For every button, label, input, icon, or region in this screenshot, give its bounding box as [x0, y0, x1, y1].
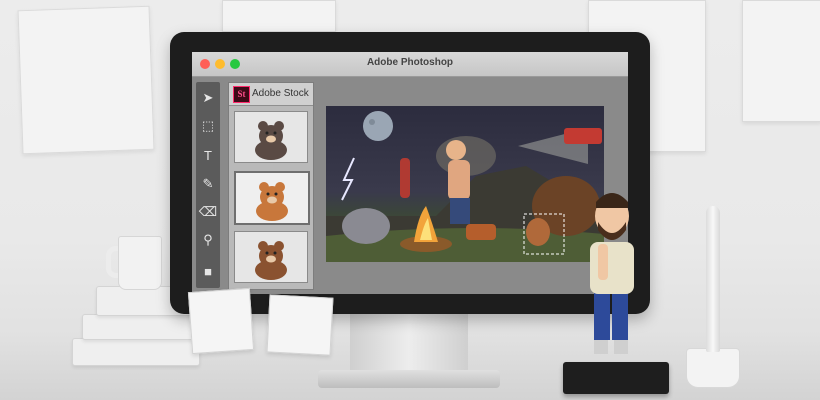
tools-panel: ➤ ⬚ T ✎ ⌫ ⚲ ■ [196, 82, 220, 288]
stock-panel-label: Adobe Stock [252, 88, 309, 99]
wall-sketch-far-right [742, 0, 820, 122]
text-tool-icon[interactable]: T [198, 146, 218, 166]
book [82, 314, 200, 340]
book [72, 338, 200, 366]
character [448, 160, 470, 200]
select-arrow-icon[interactable]: ➤ [198, 88, 218, 108]
bear-icon [255, 121, 287, 160]
stock-panel-header: St Adobe Stock [229, 83, 313, 106]
wall-sketch-left [17, 5, 155, 155]
raccoon [342, 208, 390, 244]
stylus-pen [706, 206, 720, 352]
adobe-stock-panel: St Adobe Stock [228, 82, 314, 290]
document-canvas[interactable] [326, 106, 604, 262]
moon-icon [363, 111, 393, 141]
red-truck [564, 128, 602, 144]
zoom-icon[interactable]: ⚲ [198, 230, 218, 250]
mug [118, 236, 162, 290]
orange-bear-thumbnail[interactable] [234, 171, 310, 225]
adobe-stock-logo-icon: St [233, 86, 250, 103]
window-title: Adobe Photoshop [366, 57, 454, 68]
photoshop-window: Adobe Photoshop ➤ ⬚ T ✎ ⌫ ⚲ ■ St Adobe Stock [192, 52, 628, 294]
eraser-icon[interactable]: ⌫ [198, 202, 218, 222]
lightning-icon [341, 157, 355, 201]
color-swatch-icon[interactable]: ■ [198, 262, 218, 282]
dark-bear-thumbnail[interactable] [234, 111, 308, 163]
bear-icon [255, 241, 287, 280]
figure-platform [563, 362, 669, 394]
bear-icon [256, 182, 288, 221]
monitor-neck [350, 314, 468, 376]
wall-sketch-center [222, 0, 336, 32]
brush-icon[interactable]: ✎ [198, 174, 218, 194]
title-bar: Adobe Photoshop [192, 52, 628, 77]
brown-bear-thumbnail[interactable] [234, 231, 308, 283]
marquee-icon[interactable]: ⬚ [198, 116, 218, 136]
pen-holder [686, 348, 740, 388]
sketch-note [187, 287, 255, 355]
designer-figure [590, 193, 634, 354]
sketch-note [266, 294, 334, 356]
artwork [326, 111, 604, 262]
monitor-base [318, 370, 500, 388]
